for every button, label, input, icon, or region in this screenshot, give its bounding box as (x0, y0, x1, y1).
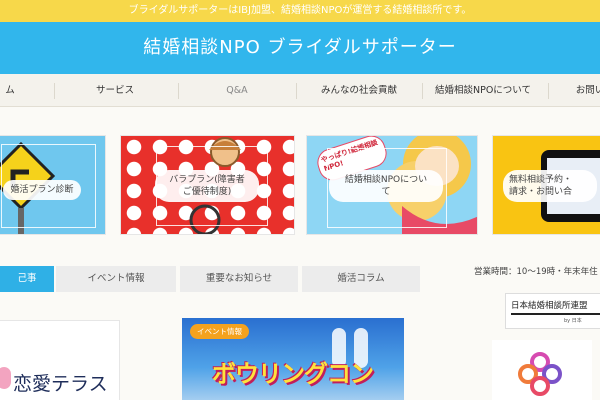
site-notice-bar: ブライダルサポーターはIBJ加盟、結婚相談NPOが運営する結婚相談所です。 (0, 0, 600, 22)
banner-about-npo[interactable]: やっぱり!結婚相談NPO! 結婚相談NPOについ て (306, 135, 478, 235)
nav-item-qa[interactable]: Q&A (182, 74, 292, 107)
banner-diagnosis[interactable]: 婚活プラン診断 (0, 135, 106, 235)
nav-item-home[interactable]: ム (0, 74, 30, 107)
nav-item-contact[interactable]: お問い (560, 74, 600, 107)
nav-divider (296, 83, 297, 99)
flower-logo (492, 340, 592, 400)
banner-free-consult[interactable]: 無料相談予約・ 請求・お問い合 (492, 135, 600, 235)
ibj-banner[interactable]: 日本結婚相談所連盟 by 日本 (505, 293, 600, 329)
tab-important-news[interactable]: 重要なお知らせ (180, 266, 298, 292)
banner-label: 結婚相談NPOについ て (329, 170, 443, 202)
nav-divider (422, 83, 423, 99)
article-card-renai-terrace[interactable]: 恋愛テラス (0, 320, 120, 400)
nav-item-about[interactable]: 結婚相談NPOについて (424, 74, 542, 107)
banner-label: 婚活プラン診断 (3, 180, 81, 200)
event-badge: イベント情報 (190, 324, 249, 339)
nav-divider (178, 83, 179, 99)
banner-bara-plan[interactable]: バラプラン(障害者 ご優待制度) (120, 135, 295, 235)
tab-new-posts[interactable]: 己事 (0, 266, 54, 292)
card-title: ボウリングコン (212, 360, 374, 388)
nav-divider (548, 83, 549, 99)
business-hours: 営業時間：10～19時・年末年住 (474, 267, 598, 277)
ibj-sub: by 日本 (564, 318, 582, 324)
flower-petal (530, 376, 550, 396)
nav-item-service[interactable]: サービス (60, 74, 170, 107)
ibj-underline (511, 313, 600, 315)
card-title: 恋愛テラス (13, 373, 108, 395)
site-title[interactable]: 結婚相談NPO ブライダルサポーター (0, 22, 600, 74)
nav-item-social[interactable]: みんなの社会貢献 (300, 74, 418, 107)
heart-icon (0, 367, 11, 389)
article-card-bowling[interactable]: イベント情報 ボウリングコン (182, 318, 404, 400)
nav-divider (54, 83, 55, 99)
banner-label: バラプラン(障害者 ご優待制度) (155, 170, 259, 202)
tab-column[interactable]: 婚活コラム (302, 266, 420, 292)
global-nav: ム サービス Q&A みんなの社会貢献 結婚相談NPOについて お問い (0, 74, 600, 107)
banner-label: 無料相談予約・ 請求・お問い合 (503, 170, 597, 202)
tab-events[interactable]: イベント情報 (56, 266, 176, 292)
ibj-title: 日本結婚相談所連盟 (511, 301, 588, 311)
